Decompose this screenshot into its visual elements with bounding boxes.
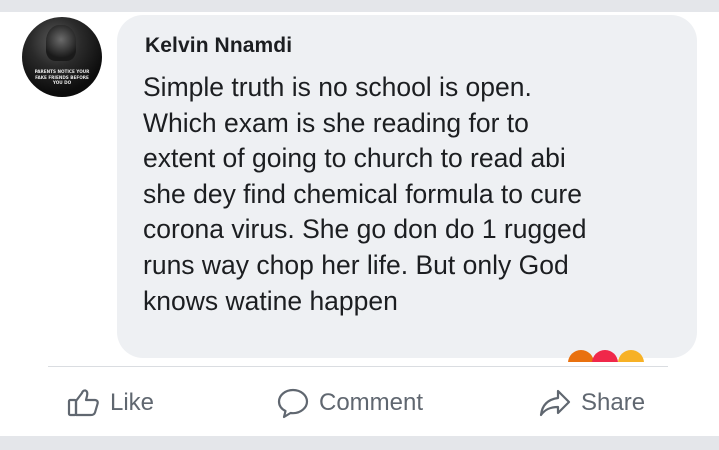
- comment-text: Simple truth is no school is open. Which…: [143, 72, 587, 316]
- comment-author[interactable]: Kelvin Nnamdi: [145, 34, 292, 58]
- share-label: Share: [581, 389, 646, 416]
- share-arrow-icon: [538, 388, 572, 418]
- divider: [48, 366, 668, 367]
- avatar-caption: PARENTS NOTICE YOUR FAKE FRIENDS BEFORE …: [34, 69, 90, 85]
- love-reaction-icon: [592, 350, 618, 362]
- bottom-separator: [0, 436, 719, 450]
- top-separator: [0, 0, 719, 12]
- speech-bubble-icon: [276, 387, 310, 419]
- comment-bubble: Kelvin Nnamdi Simple truth is no school …: [117, 15, 697, 358]
- reaction-summary[interactable]: [568, 350, 668, 362]
- avatar[interactable]: PARENTS NOTICE YOUR FAKE FRIENDS BEFORE …: [22, 17, 102, 97]
- comment-label: Comment: [319, 389, 424, 416]
- avatar-figure: [46, 25, 76, 61]
- thumbs-up-icon: [67, 388, 101, 418]
- haha-reaction-icon: [568, 350, 594, 362]
- wow-reaction-icon: [618, 350, 644, 362]
- like-label: Like: [110, 389, 155, 416]
- like-button[interactable]: Like: [67, 383, 154, 423]
- share-button[interactable]: Share: [538, 383, 645, 423]
- comment-button[interactable]: Comment: [276, 383, 423, 423]
